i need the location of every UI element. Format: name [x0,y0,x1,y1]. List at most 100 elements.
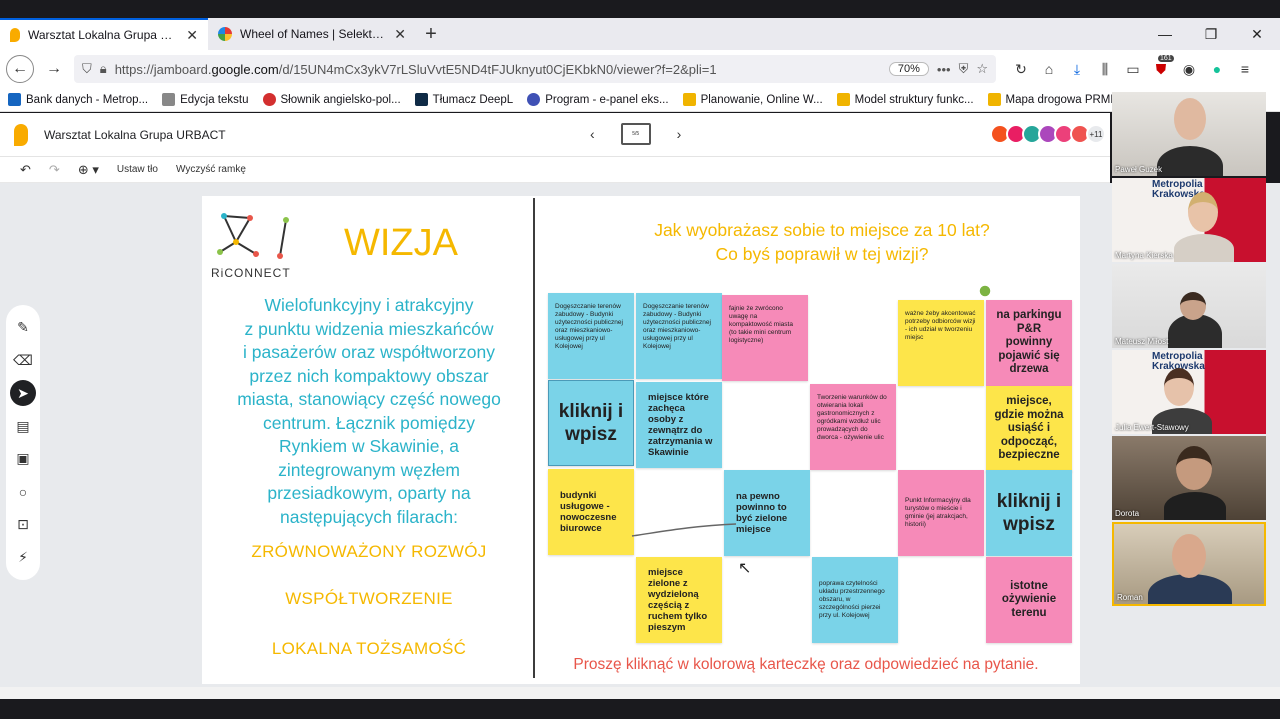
sticky-note[interactable]: Punkt Informacyjny dla turystów o mieści… [898,470,984,556]
laser-icon[interactable]: ⚡︎ [10,545,36,571]
participant-body [1157,146,1223,176]
home-icon[interactable]: ⌂ [1038,61,1060,77]
sticky-note[interactable]: budynki usługowe - nowoczesne biurowce [548,469,634,555]
bookmark-item[interactable]: Tłumacz DeepL [414,93,513,106]
bookmark-item[interactable]: Planowanie, Online W... [682,93,823,106]
sticky-note[interactable]: Dogęszczanie terenów zabudowy - Budynki … [548,293,634,379]
participant-name: Paweł Guzek [1115,165,1163,174]
sticky-note[interactable]: miejsce które zachęca osoby z zewnątrz d… [636,382,722,468]
vision-heading: WIZJA [344,222,458,264]
download-icon[interactable]: ⤓ [1066,61,1088,78]
sticky-note-icon[interactable]: ▤ [10,413,36,439]
zoom-level[interactable]: 70% [888,62,929,76]
participant-video[interactable]: Metropolia Krakowska Julia Ewert-Stawowy [1112,350,1266,434]
pen-icon[interactable]: ✎ [10,314,36,340]
set-background-button[interactable]: Ustaw tło [117,164,158,175]
sticky-note[interactable]: na parkingu P&R powinny pojawić się drze… [986,300,1072,386]
sticky-note[interactable]: kliknij i wpisz [548,380,634,466]
eraser-icon[interactable]: ⌫ [10,347,36,373]
lock-icon[interactable]: 🔒︎ [100,61,107,77]
bookmark-item[interactable]: Mapa drogowa PRMK... [987,93,1128,106]
extension-badge-icon[interactable]: ⛊ 161 [1150,54,1174,78]
sticky-note[interactable]: ważne żeby akcentować potrzeby odbiorców… [898,300,984,386]
participant-video[interactable]: Metropolia Krakowska Martyna Kierska [1112,178,1266,262]
sticky-note[interactable]: istotne ożywienie terenu [986,557,1072,643]
jamboard-logo-icon [14,123,28,146]
sticky-note[interactable]: Dogęszczanie terenów zabudowy - Budynki … [636,293,722,379]
participant-video[interactable]: Dorota [1112,436,1266,520]
jamboard-favicon-icon [10,28,20,42]
participant-video[interactable]: Paweł Guzek [1112,92,1266,176]
account-icon[interactable]: ◉ [1178,61,1200,78]
vision-line: miasta, stanowiący część nowego [237,389,501,409]
board-title: Warsztat Lokalna Grupa URBACT [44,127,226,142]
shield-icon[interactable]: ⛉ [82,61,92,77]
logo-text: RiCONNECT [211,266,291,280]
reload-icon[interactable]: ↻ [1010,61,1032,78]
redo-icon[interactable]: ↷ [49,162,60,178]
deepl-icon [414,93,428,106]
participant-head [1180,292,1206,320]
bookmark-item[interactable]: Program - e-panel eks... [527,93,669,106]
restore-icon[interactable]: ❐ [1188,26,1234,43]
library-icon[interactable]: ⫼ [1094,61,1116,78]
tab-wheel-of-names[interactable]: Wheel of Names | Selektor nazw ✕ [208,18,416,50]
select-icon[interactable]: ➤ [10,380,36,407]
bookmark-item[interactable]: Bank danych - Metrop... [8,93,148,106]
tab-title: Wheel of Names | Selektor nazw [240,27,386,41]
bookmark-item[interactable]: Model struktury funkc... [836,93,974,106]
participant-video[interactable]: Roman [1112,522,1266,606]
sticky-note[interactable]: kliknij i wpisz [986,470,1072,556]
image-icon[interactable]: ▣ [10,446,36,472]
folder-icon [162,93,176,106]
minimize-icon[interactable]: — [1142,26,1188,42]
sidebar-icon[interactable]: ▭ [1122,61,1144,78]
close-window-icon[interactable]: ✕ [1234,26,1280,43]
participant-head [1174,98,1206,140]
bookmark-star-icon[interactable]: ☆ [976,61,988,77]
participant-head [1176,446,1212,490]
clear-frame-button[interactable]: Wyczyść ramkę [176,164,246,175]
vision-line: przesiadkowym, oparty na [267,483,471,503]
pillar-sustainable-development: ZRÓWNOWAŻONY ROZWÓJ [251,542,487,561]
text-box-icon[interactable]: ⊡ [10,512,36,538]
sticky-note[interactable]: fajnie że zwrócono uwagę na kompaktowość… [722,295,808,381]
sticky-note[interactable]: miejsce, gdzie można usiąść i odpocząć, … [986,386,1072,472]
forward-button[interactable]: → [40,55,68,83]
horizontal-scrollbar[interactable] [0,687,1280,699]
participant-name: Mateusz Miłost [1115,337,1169,346]
close-tab-icon[interactable]: ✕ [186,27,198,44]
undo-icon[interactable]: ↶ [20,162,31,178]
tab-title: Warsztat Lokalna Grupa URBACT [28,28,178,42]
more-actions-icon[interactable]: ••• [937,62,951,77]
grammarly-icon[interactable]: ● [1206,61,1228,77]
next-frame-icon[interactable]: › [677,126,682,142]
participant-body [1174,234,1234,262]
bookmark-item[interactable]: Edycja tekstu [162,93,249,106]
arrow-right-icon: → [46,60,62,77]
address-bar[interactable]: ⛉ 🔒︎ https://jamboard.google.com/d/15UN4… [74,55,996,83]
bookmark-item[interactable]: Słownik angielsko-pol... [262,93,401,106]
taskbar-area [0,699,1280,719]
prev-frame-icon[interactable]: ‹ [590,126,595,142]
url-text[interactable]: https://jamboard.google.com/d/15UN4mCx3y… [115,62,881,77]
back-button[interactable]: ← [6,55,34,83]
sticky-note[interactable]: poprawa czytelności układu przestrzenneg… [812,557,898,643]
jamboard-frame[interactable]: RiCONNECT WIZJA Wielofunkcyjny i atrakcy… [202,196,1080,684]
tab-strip: Warsztat Lokalna Grupa URBACT ✕ Wheel of… [0,18,1280,50]
menu-icon[interactable]: ≡ [1234,61,1256,77]
close-tab-icon[interactable]: ✕ [394,26,406,43]
tab-jamboard[interactable]: Warsztat Lokalna Grupa URBACT ✕ [0,18,208,50]
pocket-icon[interactable]: ⛨ [959,61,969,77]
zoom-icon[interactable]: ⊕ ▾ [78,162,99,178]
bookmark-favicon-icon [682,93,696,106]
sticky-note[interactable]: miejsce zielone z wydzieloną częścią z r… [636,557,722,643]
vision-line: zintegrowanym węzłem [278,459,460,480]
frame-indicator[interactable]: 5/5 [620,123,651,145]
drawn-line [631,523,737,537]
new-tab-button[interactable]: + [416,18,446,50]
more-participants-badge[interactable]: +11 [1086,124,1106,144]
circle-shape-icon[interactable]: ○ [10,479,36,505]
sticky-note[interactable]: Tworzenie warunków do otwierania lokali … [810,384,896,470]
participant-video[interactable]: Mateusz Miłost [1112,264,1266,348]
